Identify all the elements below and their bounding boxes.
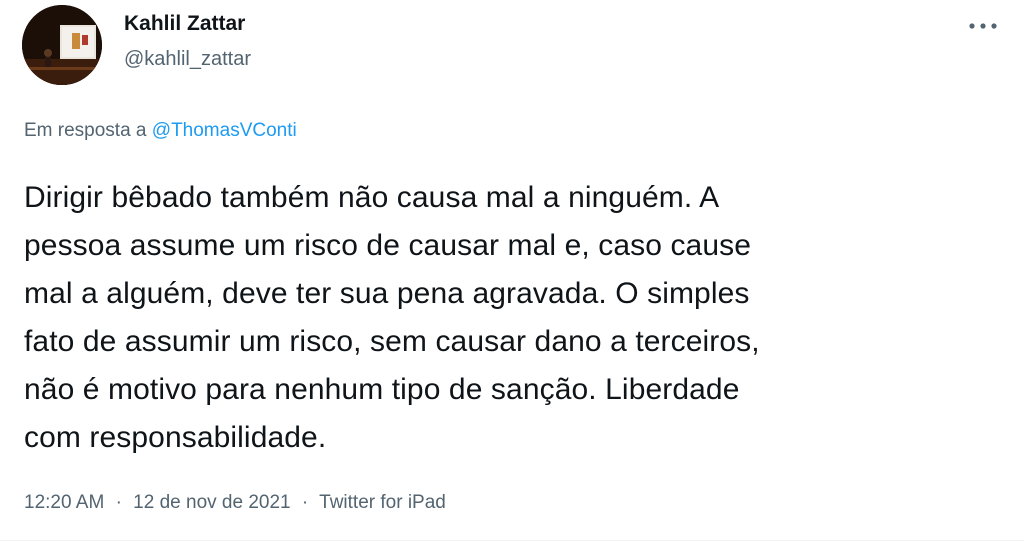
author-name[interactable]: Kahlil Zattar (124, 12, 245, 36)
more-icon (969, 23, 997, 29)
tweet-time[interactable]: 12:20 AM (24, 492, 104, 513)
tweet-card: Kahlil Zattar @kahlil_zattar Em resposta… (0, 0, 1024, 549)
tweet-meta: 12:20 AM · 12 de nov de 2021 · Twitter f… (24, 492, 446, 514)
tweet-date[interactable]: 12 de nov de 2021 (133, 492, 290, 513)
more-button[interactable] (958, 8, 1008, 44)
meta-separator: · (301, 492, 309, 513)
meta-separator: · (115, 492, 122, 513)
reply-mention-link[interactable]: @ThomasVConti (152, 120, 297, 141)
tweet-text: Dirigir bêbado também não causa mal a ni… (24, 181, 760, 454)
divider (0, 540, 1024, 541)
author-handle[interactable]: @kahlil_zattar (124, 48, 251, 71)
reply-prefix: Em resposta a (24, 120, 152, 141)
avatar[interactable] (22, 5, 102, 85)
tweet-source[interactable]: Twitter for iPad (319, 492, 446, 513)
reply-context: Em resposta a @ThomasVConti (24, 120, 297, 142)
avatar-photo-icon (22, 5, 102, 85)
